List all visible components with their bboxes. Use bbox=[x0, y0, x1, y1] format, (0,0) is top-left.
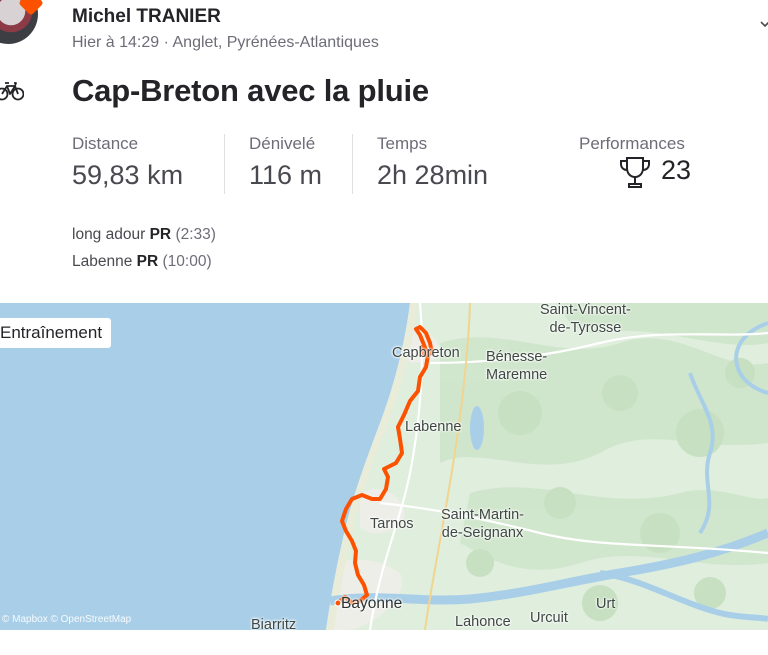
place-label: Saint-Vincent-de-Tyrosse bbox=[540, 303, 631, 336]
stat-value: 59,83 km bbox=[72, 160, 184, 190]
stat-value: 116 m bbox=[249, 160, 323, 190]
workout-type-tag: Entraînement bbox=[0, 318, 112, 348]
stat-elevation: Dénivelé 116 m bbox=[249, 134, 322, 191]
place-label: Bénesse- Maremne bbox=[486, 349, 548, 383]
bike-icon bbox=[0, 82, 24, 101]
segment-name: Labenne bbox=[72, 253, 133, 270]
performances-count[interactable]: 23 bbox=[661, 155, 691, 186]
stat-time: Temps 2h 28min bbox=[377, 134, 488, 191]
stat-distance: Distance 59,83 km bbox=[72, 134, 183, 191]
stat-label: Distance bbox=[72, 134, 139, 153]
place-label: Labenne bbox=[405, 419, 462, 435]
place-label: Saint-Martin-de-Seignanx bbox=[441, 507, 524, 541]
chevron-down-icon[interactable] bbox=[760, 20, 768, 30]
place-label: Biarritz bbox=[251, 617, 297, 630]
segment-time: (2:33) bbox=[175, 226, 216, 243]
stat-label: Temps bbox=[377, 134, 428, 153]
achievement-item[interactable]: long adour PR (2:33) bbox=[72, 226, 216, 244]
performances-label: Performances bbox=[579, 134, 685, 153]
place-label: Capbreton bbox=[392, 345, 460, 361]
route-map[interactable]: Saint-Vincent-de-Tyrosse Capbreton Bénes… bbox=[0, 303, 768, 630]
segment-time: (10:00) bbox=[162, 253, 212, 270]
map-canvas bbox=[0, 303, 768, 630]
place-label: Lahonce bbox=[455, 614, 511, 630]
stat-value: 2h 28min bbox=[377, 160, 489, 190]
place-label: Bayonne bbox=[341, 595, 403, 612]
achievement-item[interactable]: Labenne PR (10:00) bbox=[72, 253, 212, 271]
activity-title[interactable]: Cap-Breton avec la pluie bbox=[72, 73, 429, 109]
pr-badge: PR bbox=[149, 226, 172, 243]
athlete-name[interactable]: Michel TRANIER bbox=[72, 6, 221, 28]
stat-divider bbox=[224, 134, 225, 194]
stat-divider bbox=[352, 134, 353, 194]
trophy-icon bbox=[620, 157, 650, 188]
pr-badge: PR bbox=[136, 253, 159, 270]
place-label: Tarnos bbox=[370, 516, 414, 532]
stat-label: Dénivelé bbox=[249, 134, 316, 153]
place-label: Urcuit bbox=[530, 610, 568, 626]
activity-meta: Hier à 14:29 · Anglet, Pyrénées-Atlantiq… bbox=[72, 34, 379, 51]
segment-name: long adour bbox=[72, 226, 146, 243]
map-attribution[interactable]: © Mapbox © OpenStreetMap bbox=[2, 614, 131, 625]
place-label: Urt bbox=[596, 596, 616, 612]
